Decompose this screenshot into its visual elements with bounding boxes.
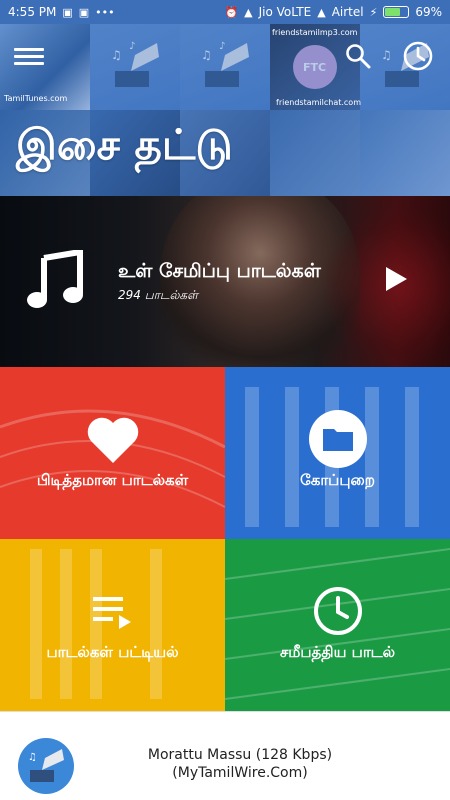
banner-title: உள் சேமிப்பு பாடல்கள் [118,260,321,282]
now-playing-bar[interactable]: ♫ Morattu Massu (128 Kbps) (MyTamilWire.… [0,711,450,800]
folder-icon [308,410,367,468]
charging-icon: ⚡ [369,5,378,19]
favorites-tile[interactable]: பிடித்தமான பாடல்கள் [0,367,225,539]
signal-icon-2: ▲ [317,5,326,19]
folders-label: கோப்புறை [300,471,375,489]
now-playing-title: Morattu Massu (128 Kbps) (MyTamilWire.Co… [90,746,390,782]
album-watermark: friendstamilchat.com [276,98,361,107]
battery-icon [383,6,410,18]
battery-percent: 69% [415,5,442,19]
now-playing-song: Morattu Massu (128 Kbps) [147,747,333,763]
sleep-timer-icon[interactable] [402,40,434,72]
app-title: இசை தட்டு [16,120,233,169]
banner-song-count: 294 பாடல்கள் [118,288,198,302]
gramophone-icon: ♫ [28,749,64,782]
recent-label: சமீபத்திய பாடல் [279,643,396,661]
carrier-airtel: Airtel [331,5,364,19]
folders-tile[interactable]: கோப்புறை [225,367,450,539]
clock-icon [313,587,362,635]
signal-icon: ▲ [244,5,253,19]
recent-tile[interactable]: சமீபத்திய பாடல் [225,539,450,711]
header: ♫ ♪ ♫ ♪ FTC ♫ TamilTunes.com friendstami… [0,24,450,196]
play-icon[interactable] [384,266,408,292]
local-songs-banner[interactable]: உள் சேமிப்பு பாடல்கள் 294 பாடல்கள் [0,196,450,367]
now-playing-art: ♫ [18,738,74,794]
menu-icon[interactable] [14,44,44,70]
heart-icon [87,417,138,463]
svg-text:♫: ♫ [28,752,37,763]
now-playing-source: (MyTamilWire.Com) [172,765,308,782]
gallery-icon-2: ▣ [78,5,90,19]
playlists-tile[interactable]: பாடல்கள் பட்டியல் [0,539,225,711]
status-time: 4:55 PM [8,5,57,19]
album-watermark: TamilTunes.com [4,94,68,103]
dots-icon: ••• [95,5,115,19]
music-note-icon [27,250,83,308]
alarm-icon: ⏰ [224,5,239,19]
album-watermark: friendstamilmp3.com [272,28,358,37]
gallery-icon: ▣ [62,5,73,19]
favorites-label: பிடித்தமான பாடல்கள் [36,471,189,489]
playlists-label: பாடல்கள் பட்டியல் [46,643,179,661]
carrier-jio: Jio VoLTE [258,5,312,19]
status-bar: 4:55 PM ▣ ▣ ••• ⏰ ▲ Jio VoLTE ▲ Airtel ⚡… [0,0,450,24]
playlist-icon [92,597,131,629]
search-icon[interactable] [344,42,372,70]
